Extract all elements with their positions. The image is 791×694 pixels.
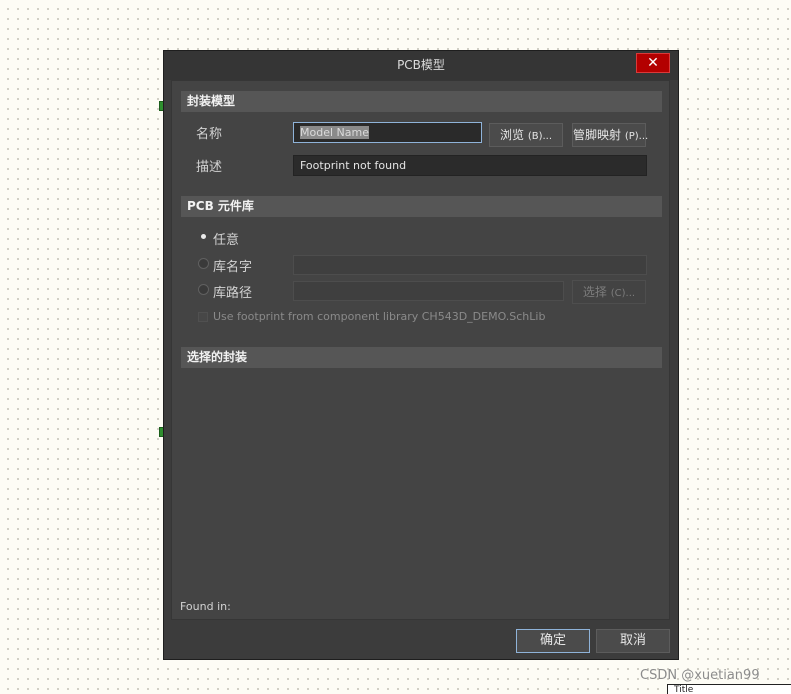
- cancel-label: 取消: [619, 633, 646, 648]
- radio-library-path-label: 库路径: [213, 286, 253, 301]
- select-label: 选择: [582, 285, 607, 299]
- pcb-model-dialog: PCB模型 ✕ 封装模型 名称 Model Name 浏览 (B)... 管脚映…: [163, 50, 679, 660]
- model-name-placeholder: Model Name: [300, 126, 369, 139]
- watermark: CSDN @xuetian99: [640, 668, 760, 683]
- radio-any[interactable]: [198, 231, 209, 242]
- name-label: 名称: [196, 127, 223, 142]
- pin-map-hotkey: (P)...: [624, 131, 649, 142]
- use-footprint-checkbox[interactable]: [198, 312, 208, 322]
- footprint-preview-area: [181, 369, 662, 589]
- radio-any-label: 任意: [213, 233, 240, 248]
- section-pcb-library: PCB 元件库: [181, 196, 662, 217]
- radio-library-path[interactable]: [198, 284, 209, 295]
- browse-label: 浏览: [499, 128, 524, 142]
- browse-hotkey: (B)...: [527, 131, 553, 142]
- title-block-stub: Title: [667, 684, 791, 694]
- select-hotkey: (C)...: [610, 288, 636, 299]
- dialog-content: 封装模型 名称 Model Name 浏览 (B)... 管脚映射 (P)...…: [171, 80, 670, 620]
- select-button[interactable]: 选择 (C)...: [572, 280, 646, 304]
- ok-label: 确定: [539, 633, 566, 648]
- close-button[interactable]: ✕: [636, 53, 670, 73]
- model-name-input[interactable]: Model Name: [293, 122, 482, 143]
- section-selected-footprint: 选择的封装: [181, 347, 662, 368]
- use-footprint-label: Use footprint from component library CH5…: [213, 310, 546, 323]
- description-input[interactable]: Footprint not found: [293, 155, 647, 176]
- radio-library-name[interactable]: [198, 258, 209, 269]
- pin-map-label: 管脚映射: [573, 128, 622, 142]
- radio-library-name-label: 库名字: [213, 260, 253, 275]
- library-path-input[interactable]: [293, 281, 564, 301]
- pin-map-button[interactable]: 管脚映射 (P)...: [572, 123, 649, 147]
- dialog-titlebar[interactable]: PCB模型 ✕: [164, 51, 678, 80]
- section-footprint-model: 封装模型: [181, 91, 662, 112]
- cancel-button[interactable]: 取消: [596, 629, 670, 653]
- found-in-label: Found in:: [180, 600, 231, 613]
- ok-button[interactable]: 确定: [516, 629, 590, 653]
- description-value: Footprint not found: [300, 159, 407, 172]
- close-icon: ✕: [647, 55, 659, 71]
- library-name-input[interactable]: [293, 255, 647, 275]
- dialog-title: PCB模型: [397, 58, 445, 72]
- description-label: 描述: [196, 160, 223, 175]
- browse-button[interactable]: 浏览 (B)...: [489, 123, 563, 147]
